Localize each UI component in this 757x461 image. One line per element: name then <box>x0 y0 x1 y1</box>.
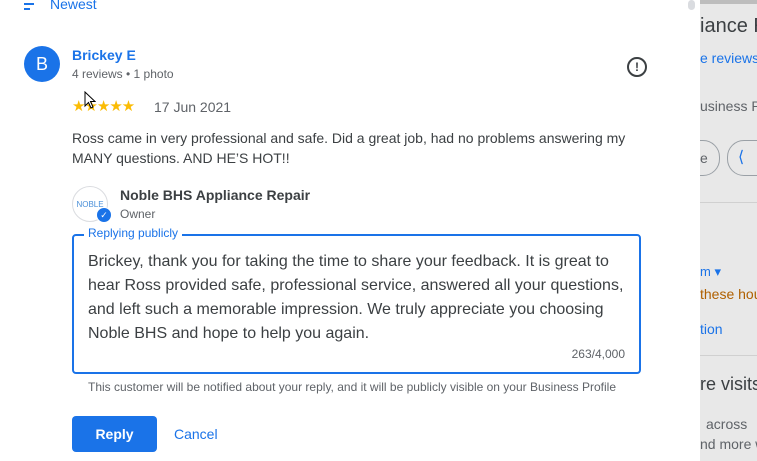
bg-title: iance R <box>700 15 757 37</box>
bg-tion-link: tion <box>700 321 723 337</box>
review-date: 17 Jun 2021 <box>154 99 232 115</box>
report-flag-icon[interactable]: ! <box>627 57 647 77</box>
verified-check-icon: ✓ <box>96 207 112 223</box>
reviewer-avatar[interactable]: B <box>24 46 60 82</box>
reply-button[interactable]: Reply <box>72 416 157 452</box>
sort-control[interactable]: Newest <box>24 0 97 12</box>
star-rating: ★★★★★ <box>72 98 135 115</box>
owner-name: Noble BHS Appliance Repair <box>120 187 311 203</box>
reply-text[interactable]: Brickey, thank you for taking the time t… <box>88 250 628 346</box>
bg-across-text: across <box>706 416 748 432</box>
review-reply-panel: Newest B Brickey E 4 reviews • 1 photo !… <box>0 0 700 461</box>
sort-label: Newest <box>50 0 97 12</box>
mouse-cursor-icon <box>84 91 96 109</box>
bg-business-text: usiness P <box>700 98 757 114</box>
bg-reviews-link: e reviews <box>700 50 757 66</box>
reviewer-name[interactable]: Brickey E <box>72 47 136 63</box>
scrollbar-thumb[interactable] <box>688 0 695 10</box>
scrollbar[interactable] <box>686 0 698 461</box>
cancel-button[interactable]: Cancel <box>174 426 218 442</box>
review-text: Ross came in very professional and safe.… <box>72 130 626 166</box>
reply-field-label: Replying publicly <box>84 226 183 240</box>
bg-more-text: nd more w <box>700 436 757 452</box>
sort-icon <box>24 0 38 10</box>
bg-share-icon: ⟨ <box>738 149 745 166</box>
reply-notice: This customer will be notified about you… <box>88 380 617 394</box>
bg-chip-label: e <box>700 150 708 166</box>
bg-photo-strip <box>700 0 757 4</box>
reviewer-meta: 4 reviews • 1 photo <box>72 67 174 81</box>
bg-hours-dropdown: m ▾ <box>700 264 721 279</box>
character-count: 263/4,000 <box>571 347 625 361</box>
bg-hours-note: these hou <box>700 286 757 302</box>
owner-role: Owner <box>120 207 156 221</box>
bg-divider <box>700 202 757 203</box>
background-business-panel: iance R e reviews usiness P e ⟨ m ▾ thes… <box>700 0 757 461</box>
bg-visits-heading: re visits <box>700 374 757 394</box>
bg-divider-2 <box>700 355 757 356</box>
